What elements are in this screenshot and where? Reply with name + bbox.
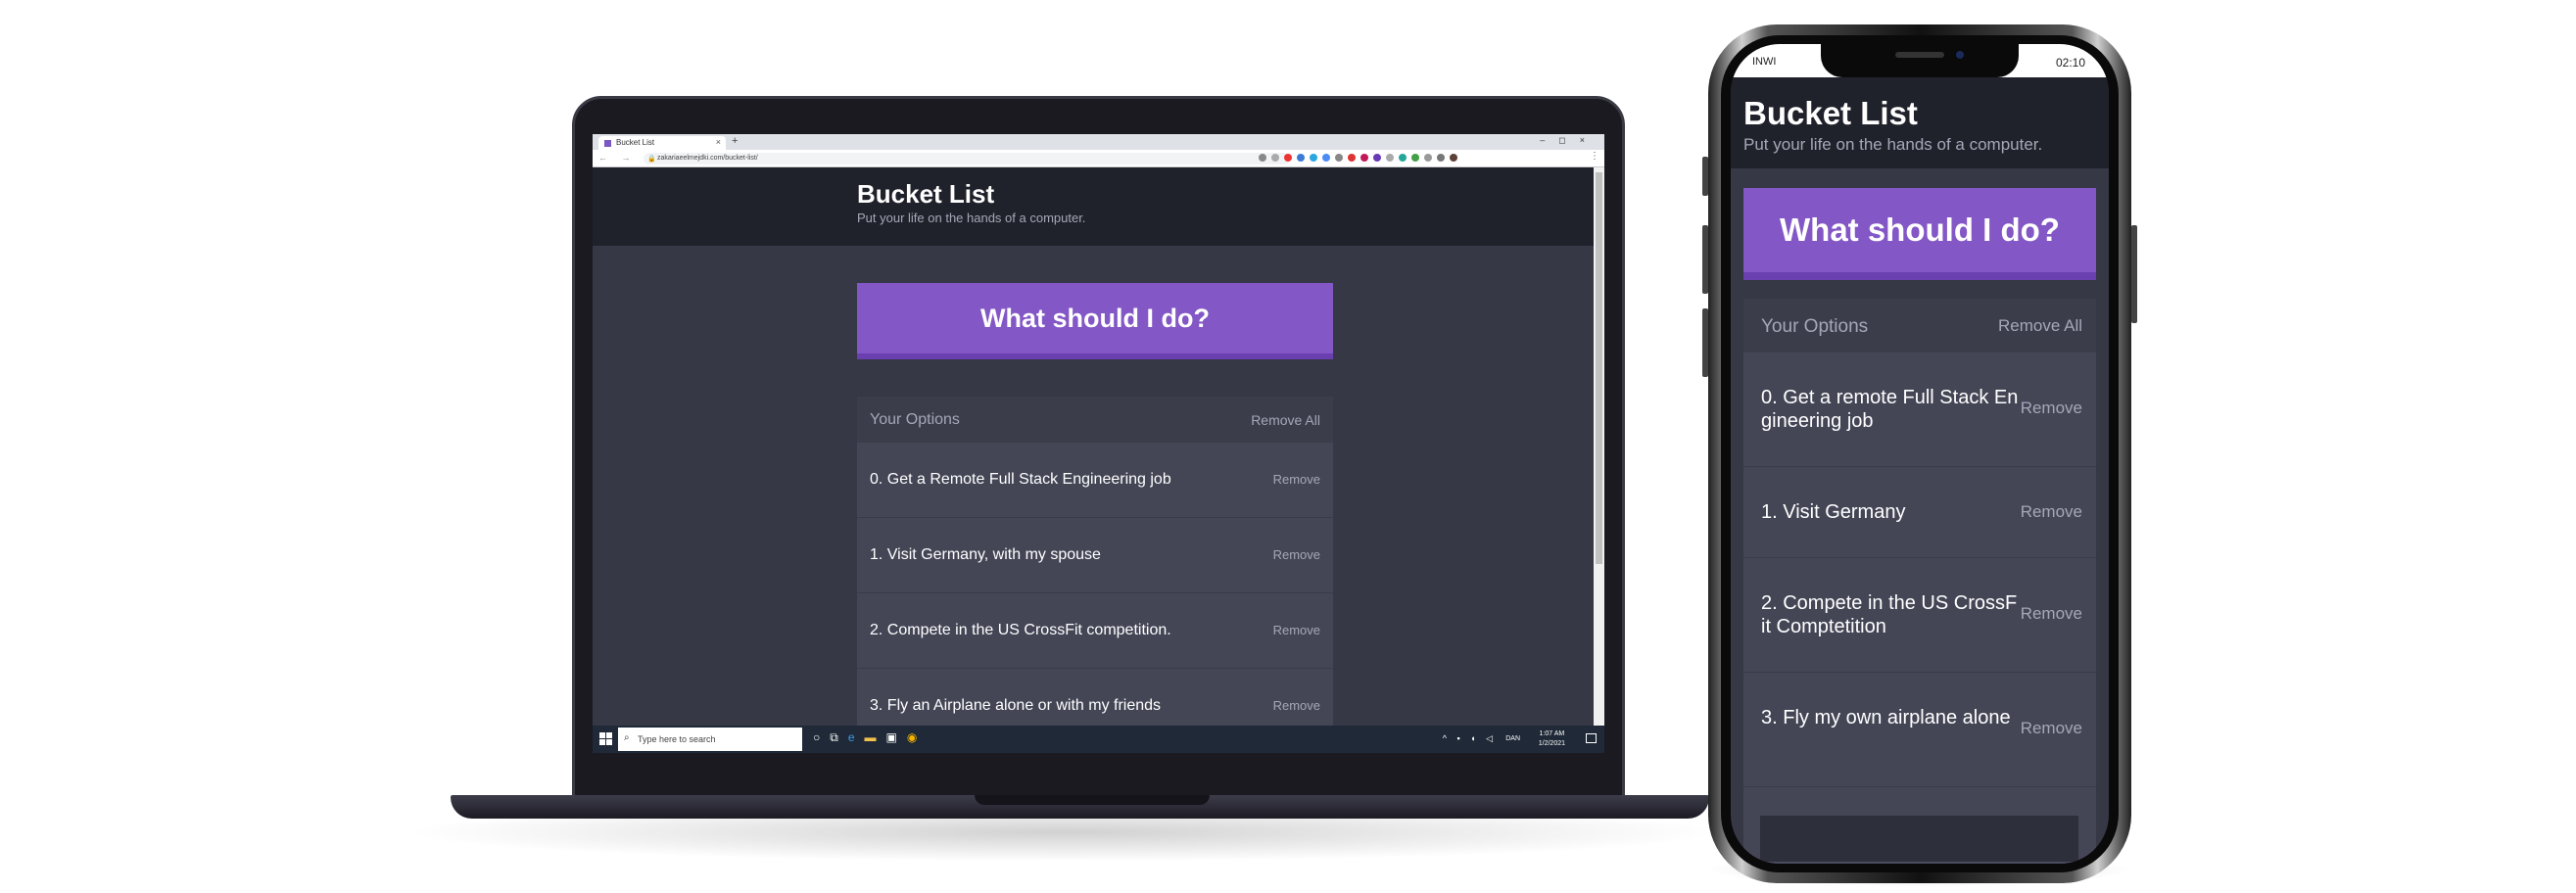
list-item: 0. Get a remote Full Stack Engineering j…: [1743, 352, 2096, 467]
add-option-input[interactable]: [1760, 816, 2078, 864]
browser-tab-bar: Bucket List × + –◻×: [593, 134, 1604, 150]
site-header: Bucket List Put your life on the hands o…: [593, 167, 1594, 246]
option-text: 2. Compete in the US CrossFit Comptetiti…: [1761, 592, 2018, 637]
browser-tab[interactable]: Bucket List ×: [598, 136, 726, 150]
windows-taskbar: ⌕ Type here to search ○ ⧉ e ▬ ▣ ◉ ^ ▪ ◖ …: [593, 726, 1604, 753]
remove-button[interactable]: Remove: [2021, 502, 2082, 522]
options-header: Your Options Remove All: [1743, 299, 2096, 352]
system-clock[interactable]: DAN 1:07 AM 1/2/2021: [1505, 729, 1565, 749]
search-icon: ⌕: [624, 732, 630, 743]
speaker-grille: [1895, 52, 1944, 58]
extension-icon[interactable]: [1259, 154, 1266, 162]
remove-button[interactable]: Remove: [1273, 698, 1320, 713]
extension-icon[interactable]: [1322, 154, 1330, 162]
taskbar-search-input[interactable]: ⌕ Type here to search: [618, 728, 802, 751]
remove-button[interactable]: Remove: [2021, 604, 2082, 624]
extension-icon[interactable]: [1386, 154, 1394, 162]
phone-power-button: [2131, 225, 2137, 323]
option-text: 3. Fly an Airplane alone or with my frie…: [870, 697, 1162, 714]
front-camera: [1956, 51, 1964, 59]
store-icon[interactable]: ▣: [886, 730, 897, 745]
file-explorer-icon[interactable]: ▬: [865, 730, 877, 745]
remove-all-button[interactable]: Remove All: [1251, 412, 1320, 428]
clock-date: 1/2/2021: [1538, 740, 1565, 747]
list-item: 3. Fly my own airplane alone Remove: [1743, 673, 2096, 787]
option-text: 0. Get a Remote Full Stack Engineering j…: [870, 471, 1171, 488]
list-item: 2. Compete in the US CrossFit competitio…: [857, 593, 1333, 669]
browser-toolbar: ← → C 🔒 zakariaeelmejdki.com/bucket-list…: [593, 150, 1604, 167]
page-scrollbar[interactable]: [1594, 167, 1604, 726]
option-text: 1. Visit Germany, with my spouse: [870, 546, 1101, 563]
phone-notch: [1821, 44, 2019, 77]
phone-screen: INWI 02:10 Bucket List Put your life on …: [1731, 44, 2109, 864]
site-body: What should I do? Your Options Remove Al…: [593, 246, 1594, 744]
extension-icon[interactable]: [1373, 154, 1381, 162]
what-should-i-do-button[interactable]: What should I do?: [857, 283, 1333, 359]
extension-icon[interactable]: [1360, 154, 1368, 162]
extension-icon[interactable]: [1310, 154, 1317, 162]
page-subtitle: Put your life on the hands of a computer…: [1743, 135, 2043, 154]
list-item: 1. Visit Germany, with my spouse Remove: [857, 518, 1333, 593]
option-text: 2. Compete in the US CrossFit competitio…: [870, 622, 1171, 638]
extension-icon[interactable]: [1284, 154, 1292, 162]
options-header: Your Options Remove All: [857, 397, 1333, 443]
carrier-label: INWI: [1752, 56, 1777, 68]
list-item: 2. Compete in the US CrossFit Comptetiti…: [1743, 558, 2096, 673]
taskbar-apps: ○ ⧉ e ▬ ▣ ◉: [813, 730, 917, 745]
extension-icon[interactable]: [1297, 154, 1305, 162]
chrome-icon[interactable]: ◉: [907, 730, 917, 745]
url-text: zakariaeelmejdki.com/bucket-list/: [657, 155, 758, 162]
system-tray-icons[interactable]: ^ ▪ ◖ ◁: [1443, 733, 1497, 744]
remove-button[interactable]: Remove: [1273, 472, 1320, 487]
laptop-screen: Bucket List × + –◻× ← → C 🔒 zakariaeelme…: [593, 134, 1604, 753]
site-header: Bucket List Put your life on the hands o…: [1731, 77, 2109, 168]
avatar[interactable]: [1450, 154, 1457, 162]
remove-button[interactable]: Remove: [2021, 719, 2082, 738]
window-controls[interactable]: –◻×: [1540, 135, 1598, 146]
list-item: 1. Visit Germany Remove: [1743, 467, 2096, 558]
browser-menu-icon[interactable]: ⋮: [1590, 151, 1599, 162]
what-should-i-do-button[interactable]: What should I do?: [1743, 188, 2096, 280]
extension-icon[interactable]: [1335, 154, 1343, 162]
option-text: 3. Fly my own airplane alone: [1761, 707, 2011, 728]
page-title: Bucket List: [857, 179, 995, 209]
tab-close-icon[interactable]: ×: [716, 137, 721, 147]
task-view-icon[interactable]: ⧉: [830, 730, 838, 745]
option-text: 1. Visit Germany: [1761, 501, 1906, 523]
remove-button[interactable]: Remove: [1273, 623, 1320, 637]
options-panel: Your Options Remove All 0. Get a remote …: [1743, 299, 2096, 864]
page-title: Bucket List: [1743, 95, 1918, 131]
extension-icon[interactable]: [1411, 154, 1419, 162]
options-title: Your Options: [870, 411, 960, 428]
status-time: 02:10: [2055, 56, 2085, 70]
extension-icons: [1259, 154, 1457, 162]
lock-icon: 🔒: [647, 156, 656, 163]
options-panel: Your Options Remove All 0. Get a Remote …: [857, 397, 1333, 744]
cortana-icon[interactable]: ○: [813, 730, 820, 745]
extension-icon[interactable]: [1424, 154, 1432, 162]
address-bar[interactable]: 🔒 zakariaeelmejdki.com/bucket-list/: [644, 153, 1290, 164]
page-subtitle: Put your life on the hands of a computer…: [857, 211, 1086, 225]
search-placeholder: Type here to search: [638, 734, 716, 744]
windows-start-icon[interactable]: [599, 732, 612, 745]
scrollbar-thumb[interactable]: [1596, 172, 1602, 564]
options-title: Your Options: [1761, 316, 1869, 337]
tab-title: Bucket List: [616, 138, 655, 147]
edge-icon[interactable]: e: [848, 730, 855, 745]
extension-icon[interactable]: [1348, 154, 1356, 162]
extension-icon[interactable]: [1437, 154, 1445, 162]
remove-button[interactable]: Remove: [1273, 547, 1320, 562]
remove-button[interactable]: Remove: [2021, 399, 2082, 418]
keyboard-language: DAN: [1505, 735, 1520, 742]
extension-icon[interactable]: [1271, 154, 1279, 162]
list-item: 0. Get a Remote Full Stack Engineering j…: [857, 443, 1333, 518]
favicon-icon: [604, 140, 611, 147]
laptop-hinge-notch: [975, 795, 1210, 805]
option-text: 0. Get a remote Full Stack Engineering j…: [1761, 387, 2019, 432]
notification-icon[interactable]: [1586, 733, 1597, 743]
remove-all-button[interactable]: Remove All: [1998, 316, 2082, 336]
extension-icon[interactable]: [1399, 154, 1407, 162]
new-tab-button[interactable]: +: [732, 135, 738, 147]
clock-time: 1:07 AM: [1539, 730, 1565, 737]
